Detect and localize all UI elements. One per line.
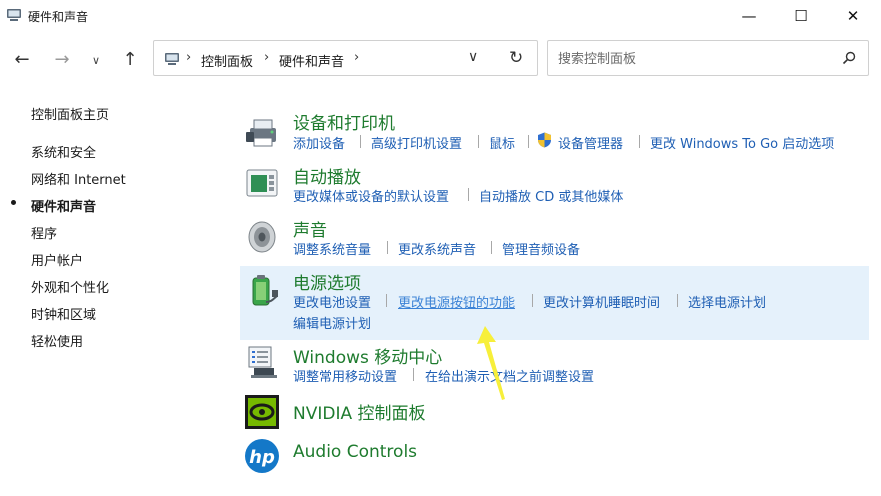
category-title-mobility[interactable]: Windows 移动中心 xyxy=(293,343,442,368)
link-separator xyxy=(532,294,533,307)
link-separator xyxy=(386,294,387,307)
category-title-devices[interactable]: 设备和打印机 xyxy=(293,109,395,134)
sidebar-item-hardware-sound[interactable]: 硬件和声音 xyxy=(31,196,96,215)
link-manage-audio-devices[interactable]: 管理音频设备 xyxy=(502,239,580,258)
link-windows-to-go[interactable]: 更改 Windows To Go 启动选项 xyxy=(650,133,834,152)
sidebar-item-ease-of-access[interactable]: 轻松使用 xyxy=(31,331,83,350)
link-separator xyxy=(413,368,414,381)
sidebar-item-appearance[interactable]: 外观和个性化 xyxy=(31,277,109,296)
search-input[interactable] xyxy=(556,49,830,69)
category-devices-printers: 设备和打印机 添加设备 高级打印机设置 鼠标 设备管理器 更改 Windows … xyxy=(240,106,869,158)
shield-icon xyxy=(538,132,551,148)
search-box[interactable] xyxy=(547,40,869,76)
category-audio-controls: hp Audio Controls xyxy=(240,434,869,478)
forward-button[interactable]: → xyxy=(50,48,74,70)
category-title-power[interactable]: 电源选项 xyxy=(293,269,361,294)
link-separator xyxy=(677,294,678,307)
title-bar: 硬件和声音 — ☐ ✕ xyxy=(0,0,881,32)
sidebar-item-home[interactable]: 控制面板主页 xyxy=(31,104,109,123)
control-panel-icon xyxy=(165,53,179,65)
link-change-power-button[interactable]: 更改电源按钮的功能 xyxy=(398,292,515,311)
link-change-system-sounds[interactable]: 更改系统声音 xyxy=(398,239,476,258)
link-adjust-volume[interactable]: 调整系统音量 xyxy=(293,239,371,258)
link-separator xyxy=(468,188,469,201)
category-nvidia: NVIDIA 控制面板 xyxy=(240,392,869,432)
annotation-arrow-icon xyxy=(477,326,505,400)
hp-icon[interactable]: hp xyxy=(244,438,280,474)
window-title: 硬件和声音 xyxy=(28,10,89,24)
sidebar-item-user-accounts[interactable]: 用户帐户 xyxy=(31,250,83,269)
minimize-button[interactable]: — xyxy=(726,0,772,32)
nvidia-icon[interactable] xyxy=(244,394,280,430)
autoplay-icon[interactable] xyxy=(244,166,280,202)
category-title-audio[interactable]: Audio Controls xyxy=(293,442,417,462)
link-adjust-mobility-settings[interactable]: 调整常用移动设置 xyxy=(293,366,397,385)
refresh-button[interactable]: ↻ xyxy=(509,48,523,68)
category-sound: 声音 调整系统音量 更改系统声音 管理音频设备 xyxy=(240,213,869,265)
address-bar[interactable]: › 控制面板 › 硬件和声音 › ∨ ↻ xyxy=(153,40,538,76)
link-edit-power-plan[interactable]: 编辑电源计划 xyxy=(293,313,371,332)
link-separator xyxy=(491,241,492,254)
link-choose-power-plan[interactable]: 选择电源计划 xyxy=(688,292,766,311)
mobility-center-icon[interactable] xyxy=(244,344,280,380)
sidebar-item-system-security[interactable]: 系统和安全 xyxy=(31,142,96,161)
control-panel-icon xyxy=(7,9,21,21)
breadcrumb-separator-icon[interactable]: › xyxy=(354,50,359,65)
link-change-sleep-time[interactable]: 更改计算机睡眠时间 xyxy=(543,292,660,311)
breadcrumb-separator-icon[interactable]: › xyxy=(186,50,191,65)
sidebar-item-clock-region[interactable]: 时钟和区域 xyxy=(31,304,96,323)
speaker-icon[interactable] xyxy=(244,219,280,255)
battery-icon[interactable] xyxy=(244,272,280,308)
category-title-autoplay[interactable]: 自动播放 xyxy=(293,163,361,188)
link-separator xyxy=(639,135,640,148)
link-advanced-printer-settings[interactable]: 高级打印机设置 xyxy=(371,133,462,152)
breadcrumb-hardware-sound[interactable]: 硬件和声音 xyxy=(279,51,344,70)
category-title-sound[interactable]: 声音 xyxy=(293,216,327,241)
hp-logo-text: hp xyxy=(249,447,275,468)
category-autoplay: 自动播放 更改媒体或设备的默认设置 自动播放 CD 或其他媒体 xyxy=(240,160,869,212)
address-dropdown-button[interactable]: ∨ xyxy=(468,49,478,65)
sidebar-item-programs[interactable]: 程序 xyxy=(31,223,57,242)
link-separator xyxy=(387,241,388,254)
breadcrumb-separator-icon[interactable]: › xyxy=(264,50,269,65)
category-power-options: 电源选项 更改电池设置 更改电源按钮的功能 更改计算机睡眠时间 选择电源计划 编… xyxy=(240,266,869,340)
search-icon[interactable] xyxy=(842,51,856,65)
sidebar-item-network[interactable]: 网络和 Internet xyxy=(31,169,126,188)
link-separator xyxy=(478,135,479,148)
close-button[interactable]: ✕ xyxy=(830,0,876,32)
link-device-manager[interactable]: 设备管理器 xyxy=(558,133,623,152)
recent-locations-button[interactable]: ∨ xyxy=(84,49,108,71)
link-mouse[interactable]: 鼠标 xyxy=(489,133,515,152)
link-separator xyxy=(360,135,361,148)
up-button[interactable]: ↑ xyxy=(118,48,142,70)
active-indicator xyxy=(11,200,16,205)
category-mobility-center: Windows 移动中心 调整常用移动设置 在给出演示文档之前调整设置 xyxy=(240,340,869,390)
link-change-battery-settings[interactable]: 更改电池设置 xyxy=(293,292,371,311)
printer-icon[interactable] xyxy=(244,114,280,150)
link-autoplay-cd[interactable]: 自动播放 CD 或其他媒体 xyxy=(479,186,623,205)
maximize-button[interactable]: ☐ xyxy=(778,0,824,32)
link-add-device[interactable]: 添加设备 xyxy=(293,133,345,152)
link-change-default-media-settings[interactable]: 更改媒体或设备的默认设置 xyxy=(293,186,449,205)
back-button[interactable]: ← xyxy=(10,48,34,70)
link-separator xyxy=(528,135,529,148)
breadcrumb-control-panel[interactable]: 控制面板 xyxy=(201,51,253,70)
category-title-nvidia[interactable]: NVIDIA 控制面板 xyxy=(293,399,426,424)
